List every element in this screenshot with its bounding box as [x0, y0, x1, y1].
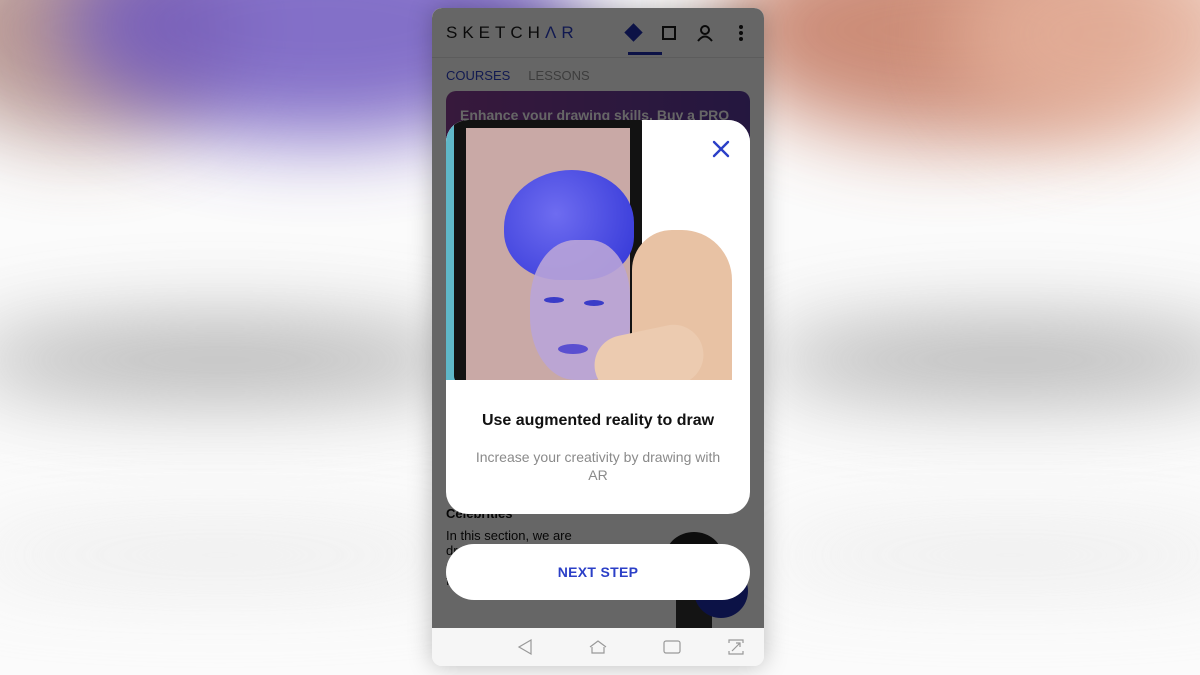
recents-icon[interactable]: [663, 638, 681, 656]
modal-title: Use augmented reality to draw: [481, 412, 715, 429]
next-step-button[interactable]: NEXT STEP: [446, 544, 750, 600]
system-nav-bar: [432, 628, 764, 666]
onboarding-modal: Use augmented reality to draw Increase y…: [446, 120, 750, 514]
home-icon[interactable]: [589, 638, 607, 656]
fullscreen-icon[interactable]: [727, 638, 745, 656]
bg-blob: [760, 320, 1200, 400]
phone-screen: SKETCHΛR COURSES LESSONS Enhance your dr…: [432, 8, 764, 666]
bg-blob: [760, 530, 1200, 580]
modal-description: Increase your creativity by drawing with…: [475, 449, 721, 483]
bg-blob: [0, 320, 480, 400]
close-icon[interactable]: [710, 138, 732, 160]
ar-hero-image: [446, 120, 750, 380]
back-icon[interactable]: [516, 638, 534, 656]
bg-blob: [0, 530, 480, 580]
